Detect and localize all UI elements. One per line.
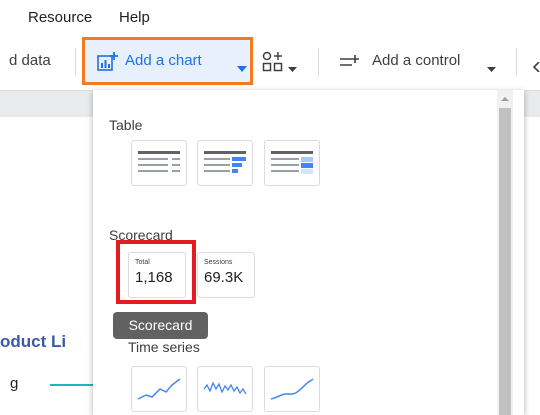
section-label-time-series: Time series [128, 339, 200, 355]
chart-option-table-heatmap[interactable] [264, 140, 320, 186]
legend-label: g [10, 375, 19, 392]
add-chart-button[interactable]: Add a chart [82, 37, 253, 85]
menu-bar: Resource Help [0, 0, 540, 34]
add-chart-icon [97, 51, 119, 76]
scorecard-value: 69.3K [204, 269, 244, 286]
toolbar-divider [75, 48, 76, 76]
scorecard-highlight [116, 240, 196, 304]
chart-option-scorecard-compact[interactable]: Sessions 69.3K [197, 252, 255, 298]
add-control-button[interactable]: Add a control [372, 52, 460, 69]
toolbar: d data Add a chart Add a control [0, 34, 540, 91]
section-label-table: Table [109, 117, 143, 133]
toolbar-divider [516, 48, 517, 76]
chevron-left-icon[interactable] [532, 59, 540, 77]
add-data-button[interactable]: d data [9, 52, 51, 69]
add-chart-label: Add a chart [125, 52, 202, 69]
control-dropdown-arrow-icon[interactable] [487, 59, 496, 77]
scroll-up-arrow-icon[interactable] [499, 92, 511, 104]
dropdown-scrollbar-thumb[interactable] [499, 108, 511, 415]
dropdown-arrow-icon [237, 59, 247, 77]
chart-option-table[interactable] [131, 140, 187, 186]
menu-resource[interactable]: Resource [28, 9, 92, 26]
chart-option-time-series[interactable] [131, 366, 187, 412]
menu-help[interactable]: Help [119, 9, 150, 26]
tooltip: Scorecard [113, 312, 208, 339]
add-component-icon[interactable] [262, 51, 284, 78]
legend-line [50, 384, 93, 386]
chart-option-smoothed-time-series[interactable] [264, 366, 320, 412]
scorecard-title: Sessions [204, 259, 233, 266]
chart-option-sparkline[interactable] [197, 366, 253, 412]
chart-option-table-with-bars[interactable] [197, 140, 253, 186]
report-heading: oduct Li [0, 332, 67, 351]
add-chart-dropdown: Table Scorecard Total 1,168 Sessions 69.… [93, 90, 524, 415]
toolbar-divider [318, 48, 319, 76]
component-dropdown-arrow-icon[interactable] [288, 59, 297, 77]
add-control-icon[interactable] [338, 52, 362, 77]
